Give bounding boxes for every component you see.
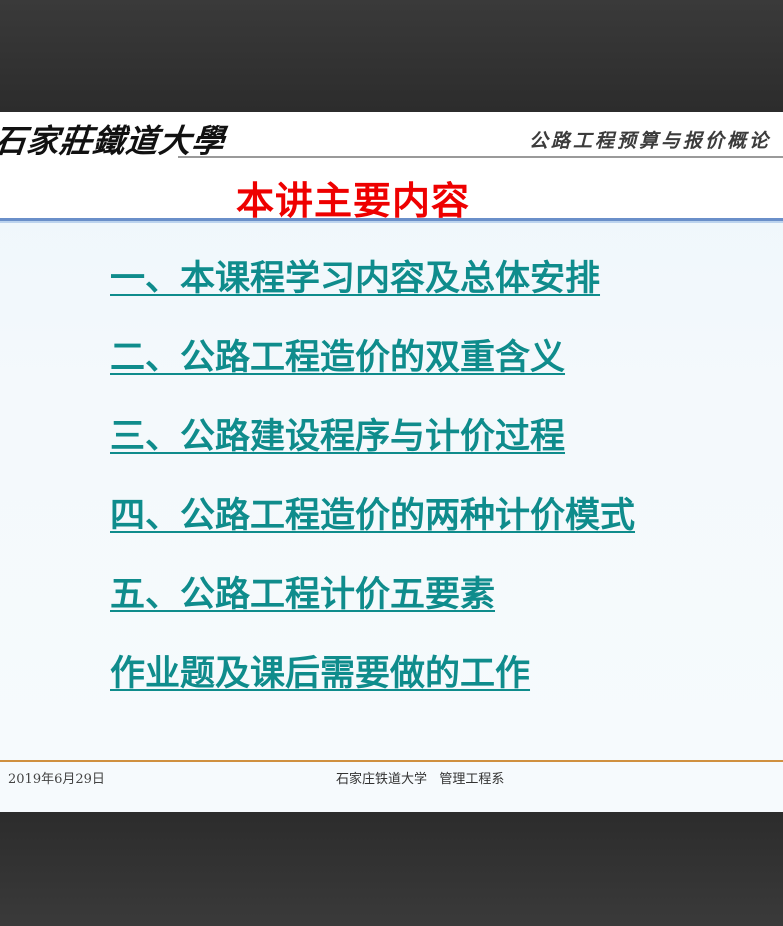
course-title: 公路工程预算与报价概论 [528, 130, 771, 152]
slide: 石家莊鐵道大學 公路工程预算与报价概论 本讲主要内容 一、本课程学习内容及总体安… [0, 112, 783, 812]
toc-link-2[interactable]: 二、公路工程造价的双重含义 [110, 331, 635, 410]
header-divider [178, 156, 783, 158]
title-divider-shadow [0, 221, 783, 223]
page-title: 本讲主要内容 [236, 179, 471, 223]
toc-link-3[interactable]: 三、公路建设程序与计价过程 [110, 410, 635, 489]
viewer-top-bar [0, 0, 783, 112]
toc-link-4[interactable]: 四、公路工程造价的两种计价模式 [110, 489, 635, 568]
toc-link-5[interactable]: 五、公路工程计价五要素 [110, 568, 635, 647]
footer-organization: 石家庄铁道大学 管理工程系 [336, 772, 505, 787]
footer-divider [0, 760, 783, 762]
university-logo: 石家莊鐵道大學 [0, 112, 227, 160]
table-of-contents: 一、本课程学习内容及总体安排 二、公路工程造价的双重含义 三、公路建设程序与计价… [110, 252, 635, 726]
viewer-bottom-bar [0, 812, 783, 926]
footer-date: 2019年6月29日 [8, 772, 105, 787]
toc-link-homework[interactable]: 作业题及课后需要做的工作 [110, 647, 635, 726]
toc-link-1[interactable]: 一、本课程学习内容及总体安排 [110, 252, 635, 331]
